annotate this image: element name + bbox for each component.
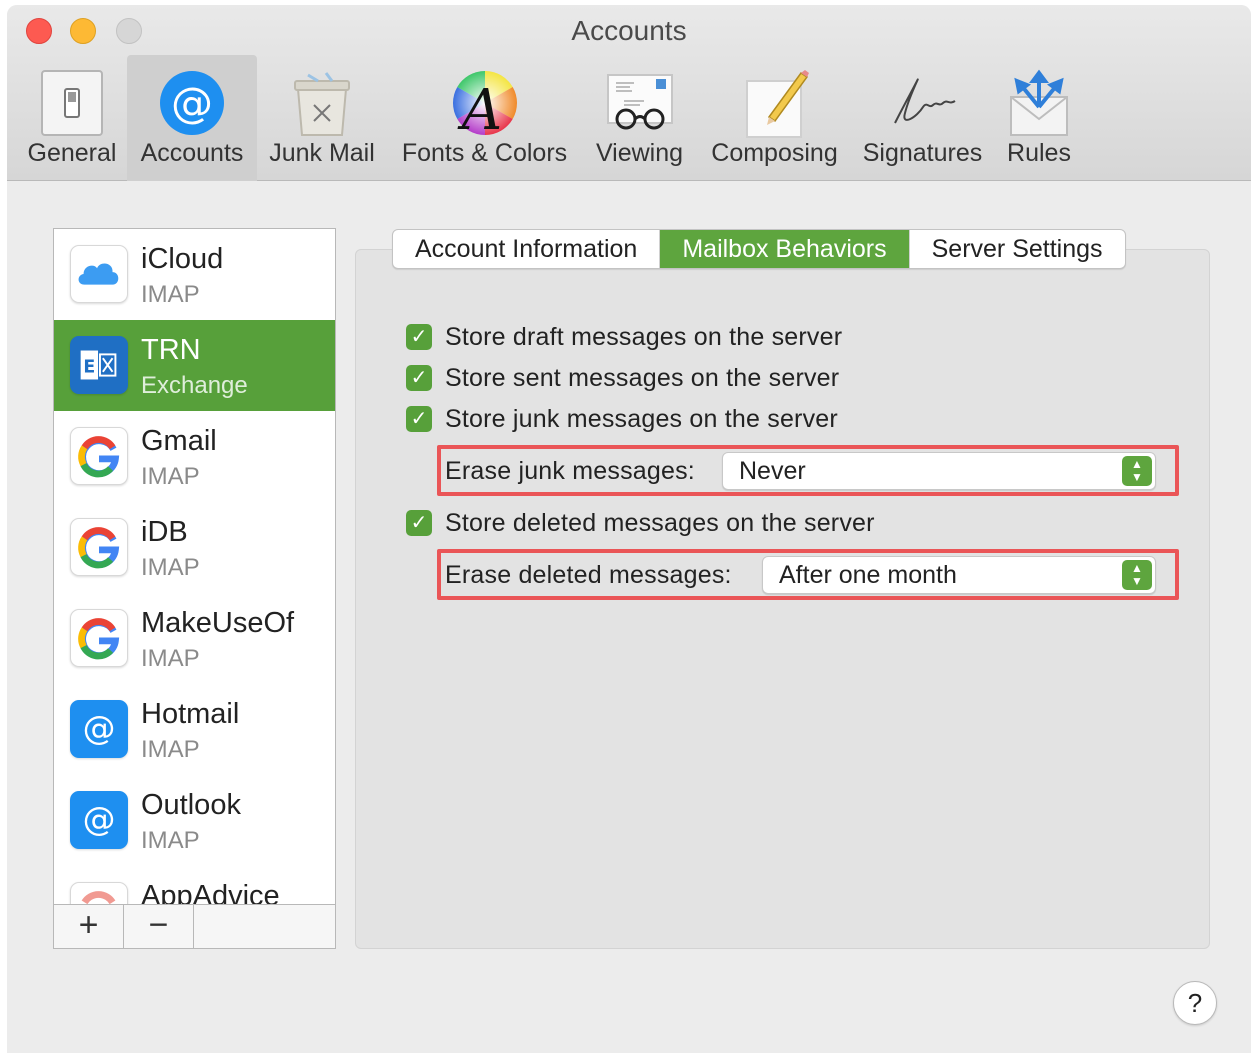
toolbar-fonts-colors[interactable]: A Fonts & Colors — [392, 55, 577, 181]
toolbar-label: Viewing — [595, 139, 684, 167]
color-wheel-font-icon: A — [452, 71, 517, 139]
erase-deleted-popup[interactable]: After one month ▲ ▼ — [762, 556, 1156, 594]
exchange-icon: E — [70, 336, 128, 394]
account-item-makeuseof[interactable]: MakeUseOf IMAP — [54, 593, 335, 684]
checkmark-icon[interactable]: ✓ — [406, 365, 432, 391]
tab-server-settings[interactable]: Server Settings — [910, 230, 1125, 268]
popup-value: Never — [739, 457, 806, 485]
add-account-button[interactable]: + — [54, 905, 124, 948]
general-switch-icon — [41, 70, 103, 136]
google-icon — [70, 609, 128, 667]
erase-junk-label: Erase junk messages: — [445, 457, 695, 485]
account-type: Exchange — [141, 372, 248, 399]
store-drafts-option[interactable]: ✓ Store draft messages on the server — [406, 322, 842, 352]
accounts-list-footer: + − — [54, 904, 335, 948]
account-item-hotmail[interactable]: @ Hotmail IMAP — [54, 684, 335, 775]
envelope-arrows-icon — [1010, 69, 1068, 136]
checkmark-icon[interactable]: ✓ — [406, 324, 432, 350]
account-type: IMAP — [141, 827, 200, 854]
titlebar: Accounts General @ Accounts Junk Mail A … — [7, 5, 1251, 181]
remove-account-button[interactable]: − — [124, 905, 194, 948]
toolbar-label: Composing — [711, 139, 838, 167]
option-label: Store draft messages on the server — [445, 322, 843, 351]
store-junk-option[interactable]: ✓ Store junk messages on the server — [406, 404, 838, 434]
toolbar-label: Junk Mail — [269, 139, 375, 167]
signature-icon — [893, 78, 956, 124]
at-sign-icon: @ — [70, 700, 128, 758]
store-deleted-option[interactable]: ✓ Store deleted messages on the server — [406, 508, 875, 538]
at-sign-icon: @ — [160, 71, 224, 135]
account-name: iCloud — [141, 243, 224, 275]
account-item-trn[interactable]: E TRN Exchange — [54, 320, 335, 411]
segmented-tabs: Account Information Mailbox Behaviors Se… — [392, 229, 1126, 269]
google-icon — [70, 427, 128, 485]
account-item-idb[interactable]: iDB IMAP — [54, 502, 335, 593]
toolbar-signatures[interactable]: Signatures — [855, 55, 990, 181]
account-name: iDB — [141, 516, 188, 548]
svg-text:A: A — [456, 78, 501, 139]
preferences-window: Accounts General @ Accounts Junk Mail A … — [7, 5, 1251, 1053]
svg-text:E: E — [83, 358, 95, 378]
account-type: IMAP — [141, 645, 200, 672]
erase-deleted-label: Erase deleted messages: — [445, 561, 732, 589]
glasses-envelope-icon — [606, 74, 673, 130]
help-button[interactable]: ? — [1173, 981, 1217, 1025]
svg-text:@: @ — [83, 710, 116, 748]
toolbar-label: General — [27, 139, 117, 167]
checkmark-icon[interactable]: ✓ — [406, 406, 432, 432]
account-name: Gmail — [141, 425, 217, 457]
svg-text:@: @ — [83, 801, 116, 839]
account-type: IMAP — [141, 736, 200, 763]
account-item-icloud[interactable]: iCloud IMAP — [54, 229, 335, 320]
svg-text:@: @ — [171, 78, 213, 127]
option-label: Store junk messages on the server — [445, 404, 838, 433]
at-sign-icon: @ — [70, 791, 128, 849]
toolbar-label: Accounts — [140, 139, 244, 167]
toolbar-accounts[interactable]: @ Accounts — [127, 55, 257, 181]
toolbar-junk-mail[interactable]: Junk Mail — [262, 55, 382, 181]
account-name: MakeUseOf — [141, 607, 295, 639]
icloud-icon — [70, 245, 128, 303]
account-item-outlook[interactable]: @ Outlook IMAP — [54, 775, 335, 866]
tab-mailbox-behaviors[interactable]: Mailbox Behaviors — [660, 230, 910, 268]
toolbar-rules[interactable]: Rules — [999, 55, 1079, 181]
toolbar-composing[interactable]: Composing — [702, 55, 847, 181]
erase-junk-popup[interactable]: Never ▲ ▼ — [722, 452, 1156, 490]
google-icon — [70, 518, 128, 576]
account-type: IMAP — [141, 281, 200, 308]
option-label: Store sent messages on the server — [445, 363, 840, 392]
account-type: IMAP — [141, 463, 200, 490]
account-type: IMAP — [141, 554, 200, 581]
chevron-up-down-icon: ▲ ▼ — [1122, 560, 1152, 590]
popup-value: After one month — [779, 561, 957, 589]
account-name: Hotmail — [141, 698, 240, 730]
trash-can-icon — [294, 72, 350, 136]
option-label: Store deleted messages on the server — [445, 508, 875, 537]
chevron-up-down-icon: ▲ ▼ — [1122, 456, 1152, 486]
toolbar-general[interactable]: General — [17, 55, 127, 181]
tab-account-information[interactable]: Account Information — [393, 230, 661, 268]
account-item-gmail[interactable]: Gmail IMAP — [54, 411, 335, 502]
accounts-list: iCloud IMAP E TRN Exchange Gmail IMAP iD… — [53, 228, 336, 949]
checkmark-icon[interactable]: ✓ — [406, 510, 432, 536]
window-title: Accounts — [571, 15, 687, 46]
toolbar-label: Signatures — [862, 139, 983, 167]
pencil-paper-icon — [745, 70, 809, 138]
store-sent-option[interactable]: ✓ Store sent messages on the server — [406, 363, 839, 393]
toolbar-label: Rules — [1007, 139, 1071, 167]
account-name: TRN — [141, 334, 201, 366]
account-name: Outlook — [141, 789, 241, 821]
toolbar-label: Fonts & Colors — [401, 139, 568, 167]
toolbar-viewing[interactable]: Viewing — [587, 55, 692, 181]
